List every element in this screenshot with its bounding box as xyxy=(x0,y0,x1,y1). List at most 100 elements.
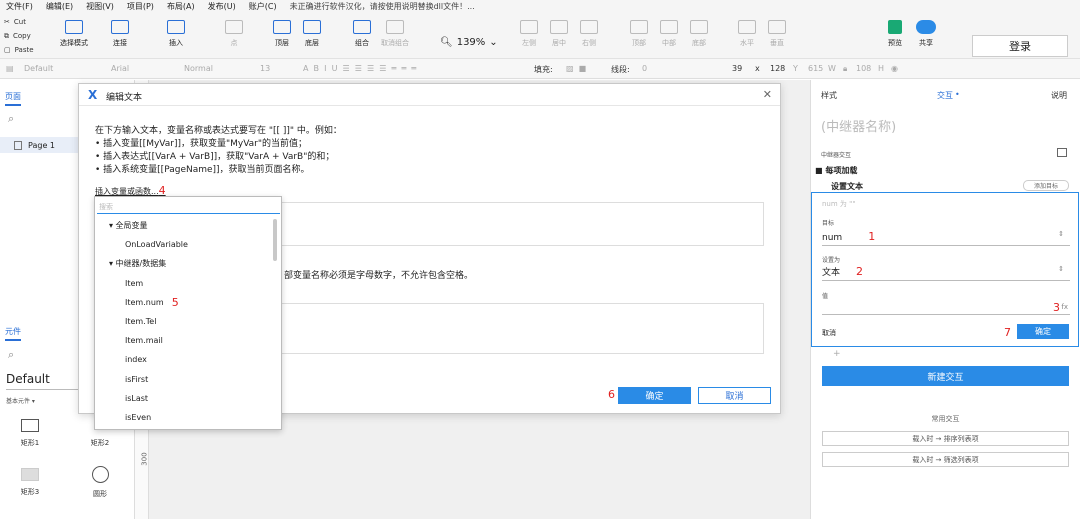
login-button[interactable]: 登录 xyxy=(972,35,1068,57)
event-item[interactable]: ■ 每项加载 xyxy=(815,165,857,176)
action-editor: num 为 "" 目标 num 1 ⇕ 设置为 文本 2 ⇕ 值 3 fx 取消 7 确定 xyxy=(811,192,1079,347)
library-select[interactable]: Default xyxy=(6,372,50,386)
variable-group-global[interactable]: ▾ 全局变量 xyxy=(95,216,273,235)
align-right-button[interactable]: 右侧 xyxy=(580,20,598,48)
lock-icon[interactable]: 🔒︎ xyxy=(843,64,847,74)
close-icon[interactable]: ✕ xyxy=(763,88,772,101)
menu-layout[interactable]: 布局(A) xyxy=(167,1,195,12)
align-bottom-label: 底部 xyxy=(692,39,706,47)
style-select[interactable]: Default xyxy=(24,64,53,73)
page-icon xyxy=(14,140,22,150)
menu-view[interactable]: 视图(V) xyxy=(86,1,114,12)
tab-library[interactable]: 元件 xyxy=(5,326,21,341)
shape-rect3[interactable]: 矩形3 xyxy=(10,468,50,497)
menu-edit[interactable]: 编辑(E) xyxy=(46,1,73,12)
library-category[interactable]: 基本元件 ▾ xyxy=(6,396,35,405)
font-select[interactable]: Arial xyxy=(111,64,129,73)
action-cancel-button[interactable]: 取消 xyxy=(822,328,836,338)
bottom-layer-button[interactable]: 底层 xyxy=(303,20,321,48)
tab-style[interactable]: 样式 xyxy=(821,90,837,101)
variable-item[interactable]: Item.Tel xyxy=(95,312,273,331)
variable-item[interactable]: isFirst xyxy=(95,370,273,389)
preview-button[interactable]: 预览 xyxy=(888,20,902,48)
add-action-icon[interactable]: + xyxy=(833,349,841,359)
point-button[interactable]: 点 xyxy=(225,20,243,48)
library-search-icon[interactable]: ⌕ xyxy=(8,348,14,362)
top-layer-button[interactable]: 顶层 xyxy=(273,20,291,48)
distribute-vertical-button[interactable]: 垂直 xyxy=(768,20,786,48)
align-center-button[interactable]: 居中 xyxy=(550,20,568,48)
ungroup-button[interactable]: 取消组合 xyxy=(381,20,409,48)
menu-file[interactable]: 文件(F) xyxy=(6,1,33,12)
h-input[interactable]: 108 xyxy=(856,64,871,73)
tab-notes[interactable]: 说明 xyxy=(1051,90,1067,101)
common-filter-button[interactable]: 载入时 → 筛选列表项 xyxy=(822,452,1069,467)
shape-rect1[interactable]: 矩形1 xyxy=(10,419,50,448)
dialog-ok-button[interactable]: 确定 xyxy=(618,387,691,404)
action-ok-button[interactable]: 确定 xyxy=(1017,324,1069,339)
rectangle-icon xyxy=(21,419,39,432)
select-mode-button[interactable]: 选择模式 xyxy=(60,20,88,48)
shape-circle[interactable]: 圆形 xyxy=(80,466,120,499)
copy-button[interactable]: ⧉ Copy xyxy=(4,29,34,43)
expand-icon[interactable] xyxy=(1057,148,1067,157)
variable-item-num[interactable]: Item.num 5 xyxy=(95,293,273,312)
font-size-select[interactable]: 13 xyxy=(260,64,270,73)
tab-interaction[interactable]: 交互 xyxy=(937,90,953,101)
dropdown-scrollbar[interactable] xyxy=(273,219,277,261)
w-label: W xyxy=(828,64,836,73)
w-input[interactable]: 615 xyxy=(808,64,823,73)
add-target-button[interactable]: 添加目标 xyxy=(1023,180,1069,191)
widget-name-input[interactable]: (中继器名称) xyxy=(821,116,896,135)
paste-icon: ▢ xyxy=(4,46,11,54)
zoom-value: 139% xyxy=(456,37,486,48)
menu-publish[interactable]: 发布(U) xyxy=(208,1,236,12)
connect-icon xyxy=(111,20,129,34)
zoom-control[interactable]: 🔍︎ 139% ⌄ xyxy=(440,37,498,48)
y-input[interactable]: 128 xyxy=(770,64,785,73)
target-select[interactable]: num 1 ⇕ xyxy=(822,230,1070,246)
search-icon: 🔍︎ xyxy=(440,37,453,48)
align-left-button[interactable]: 左侧 xyxy=(520,20,538,48)
line-width-input[interactable]: 0 xyxy=(642,64,647,73)
select-mode-label: 选择模式 xyxy=(60,39,88,47)
fx-icon[interactable]: fx xyxy=(1061,303,1068,311)
fill-color-icon[interactable]: ▨ ■ xyxy=(566,64,586,73)
variable-item[interactable]: Item.mail xyxy=(95,331,273,350)
marker-3: 3 xyxy=(1053,301,1060,314)
menu-account[interactable]: 账户(C) xyxy=(249,1,277,12)
variable-search-input[interactable]: 搜索 xyxy=(97,200,280,214)
variable-item[interactable]: isLast xyxy=(95,389,273,408)
text-format-icons[interactable]: A B I U ☰ ☰ ☰ ☰ ═ ═ ═ xyxy=(303,64,416,73)
share-button[interactable]: 共享 xyxy=(916,20,936,48)
visibility-icon[interactable]: ◉ xyxy=(891,64,898,73)
font-weight-select[interactable]: Normal xyxy=(184,64,213,73)
variable-item[interactable]: OnLoadVariable xyxy=(95,235,273,254)
distribute-horizontal-button[interactable]: 水平 xyxy=(738,20,756,48)
align-top-button[interactable]: 顶部 xyxy=(630,20,648,48)
variable-item[interactable]: Item xyxy=(95,274,273,293)
dialog-cancel-button[interactable]: 取消 xyxy=(698,387,771,404)
value-input[interactable]: 3 fx xyxy=(822,301,1070,315)
common-sort-button[interactable]: 载入时 → 排序列表项 xyxy=(822,431,1069,446)
align-bottom-button[interactable]: 底部 xyxy=(690,20,708,48)
active-dot-icon: • xyxy=(955,90,960,99)
variable-item[interactable]: index xyxy=(95,350,273,369)
insert-button[interactable]: 插入 xyxy=(167,20,185,48)
align-middle-button[interactable]: 中部 xyxy=(660,20,678,48)
menu-project[interactable]: 项目(P) xyxy=(127,1,154,12)
tab-pages[interactable]: 页面 xyxy=(5,91,21,106)
variable-item[interactable]: isEven xyxy=(95,408,273,427)
paste-button[interactable]: ▢ Paste xyxy=(4,43,34,57)
dialog-instructions: 在下方输入文本，变量名称或表达式要写在 "[[ ]]" 中。例如： • 插入变量… xyxy=(95,125,342,177)
group-button[interactable]: 组合 xyxy=(353,20,371,48)
cut-button[interactable]: ✂ Cut xyxy=(4,15,34,29)
pages-search-icon[interactable]: ⌕ xyxy=(8,112,14,126)
main-toolbar: ✂ Cut ⧉ Copy ▢ Paste 选择模式 连接 插入 点 顶层 底层 组合 … xyxy=(0,12,1080,59)
set-as-select[interactable]: 文本 2 ⇕ xyxy=(822,265,1070,281)
connect-button[interactable]: 连接 xyxy=(111,20,129,48)
new-interaction-button[interactable]: 新建交互 xyxy=(822,366,1069,386)
variable-group-repeater[interactable]: ▾ 中继器/数据集 xyxy=(95,254,273,273)
top-layer-label: 顶层 xyxy=(275,39,289,47)
x-input[interactable]: 39 xyxy=(732,64,742,73)
